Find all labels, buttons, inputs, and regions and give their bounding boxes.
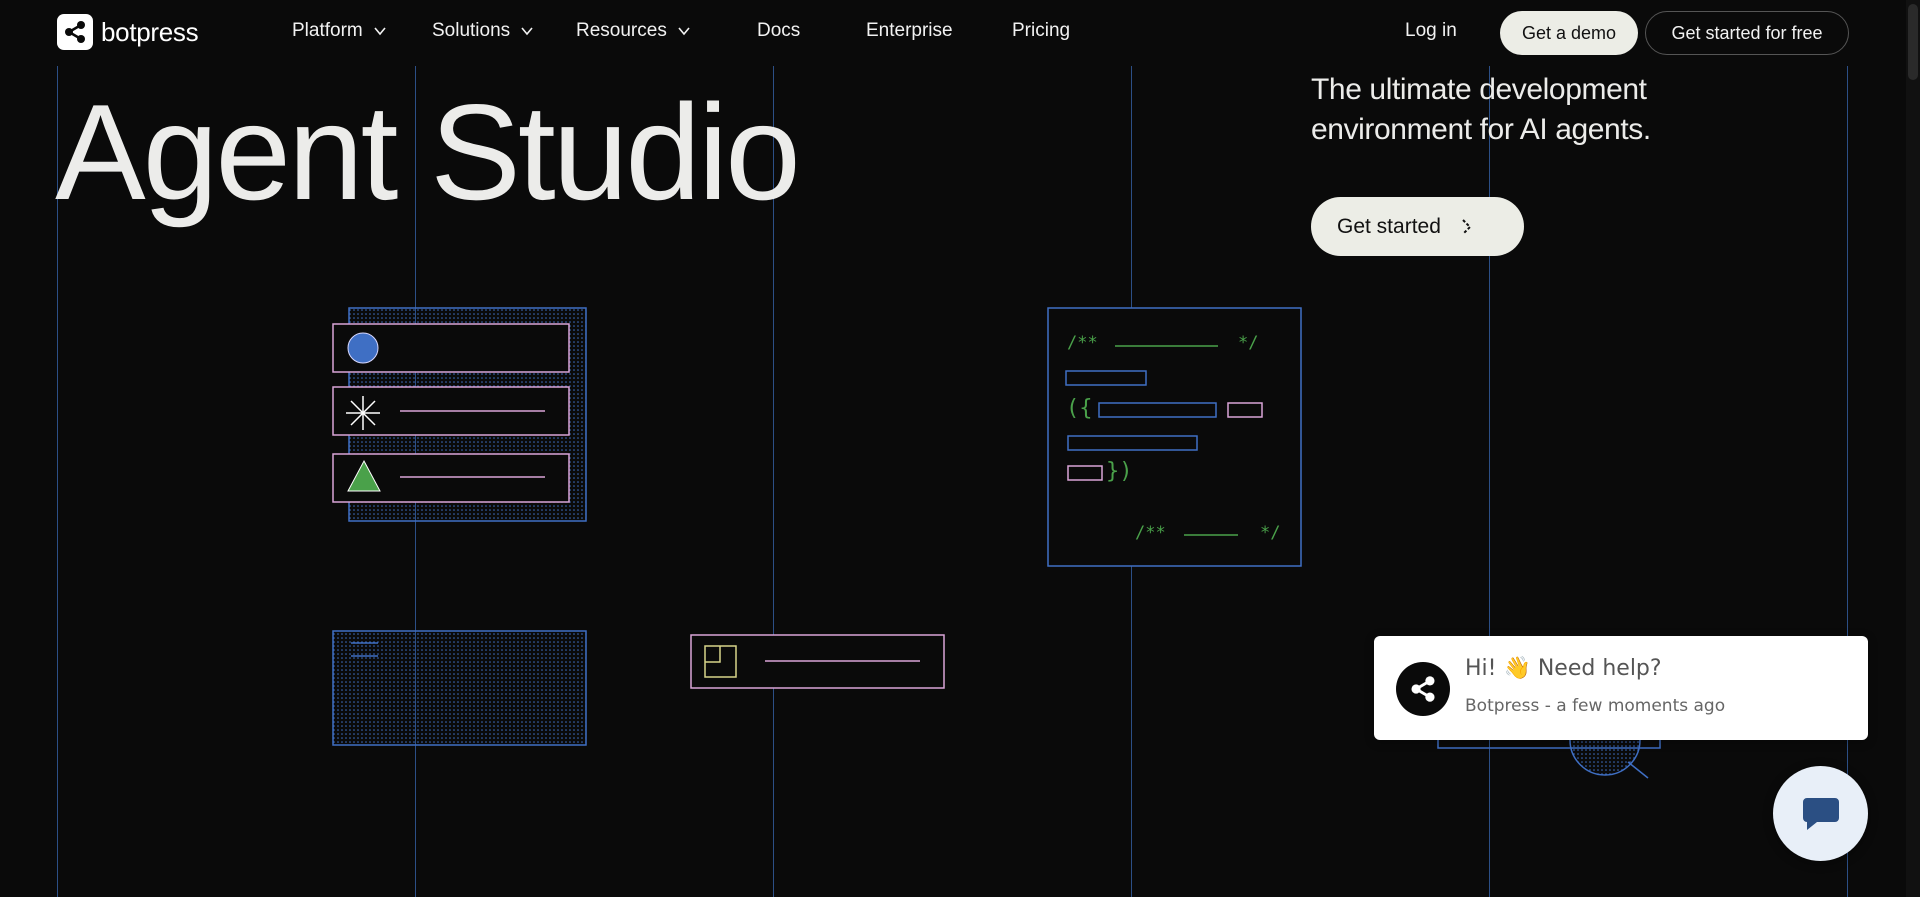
scrollbar-thumb[interactable] [1908, 4, 1918, 80]
chat-message: Hi! 👋 Need help? [1465, 656, 1662, 681]
nav-item-pricing[interactable]: Pricing [1012, 20, 1070, 42]
page-scrollbar[interactable] [1906, 0, 1920, 897]
code-paren-close: }) [1106, 459, 1133, 484]
top-nav: botpress Platform Solutions Resources Do… [0, 0, 1920, 66]
nav-item-label: Docs [757, 20, 801, 41]
nav-item-platform[interactable]: Platform [292, 20, 387, 42]
botpress-logo[interactable]: botpress [57, 14, 199, 50]
hero-illustrations [332, 307, 1661, 779]
chevron-down-icon [678, 27, 690, 36]
chevron-down-icon [521, 27, 533, 36]
login-link[interactable]: Log in [1405, 20, 1457, 42]
nav-item-docs[interactable]: Docs [757, 20, 800, 42]
nav-item-resources[interactable]: Resources [576, 20, 691, 42]
dotted-panel-illustration [332, 630, 587, 746]
list-card-illustration [332, 307, 587, 522]
code-comment-close: */ [1260, 523, 1281, 543]
nav-item-label: Platform [292, 20, 363, 41]
chat-greeting-popup[interactable]: Hi! 👋 Need help? Botpress - a few moment… [1374, 636, 1868, 740]
code-paren-open: ({ [1066, 396, 1093, 421]
chat-launcher-button[interactable] [1773, 766, 1868, 861]
nav-item-label: Enterprise [866, 20, 953, 41]
nav-item-label: Solutions [432, 20, 511, 41]
image-row-illustration [690, 634, 945, 689]
share-icon [1411, 676, 1435, 702]
code-comment-open: /** [1067, 333, 1098, 353]
get-demo-button[interactable]: Get a demo [1500, 11, 1638, 55]
nav-item-label: Resources [576, 20, 667, 41]
code-comment-close: */ [1238, 333, 1259, 353]
get-started-free-button[interactable]: Get started for free [1645, 11, 1849, 55]
nav-item-enterprise[interactable]: Enterprise [866, 20, 953, 42]
nav-item-label: Pricing [1012, 20, 1071, 41]
code-comment-open: /** [1135, 523, 1166, 543]
logo-text: botpress [101, 16, 199, 47]
botpress-logo-icon [57, 14, 93, 50]
bot-avatar [1396, 662, 1450, 716]
chat-meta: Botpress - a few moments ago [1465, 696, 1726, 716]
chat-bubble-icon [1802, 797, 1839, 830]
chevron-down-icon [374, 27, 386, 36]
nav-item-solutions[interactable]: Solutions [432, 20, 534, 42]
